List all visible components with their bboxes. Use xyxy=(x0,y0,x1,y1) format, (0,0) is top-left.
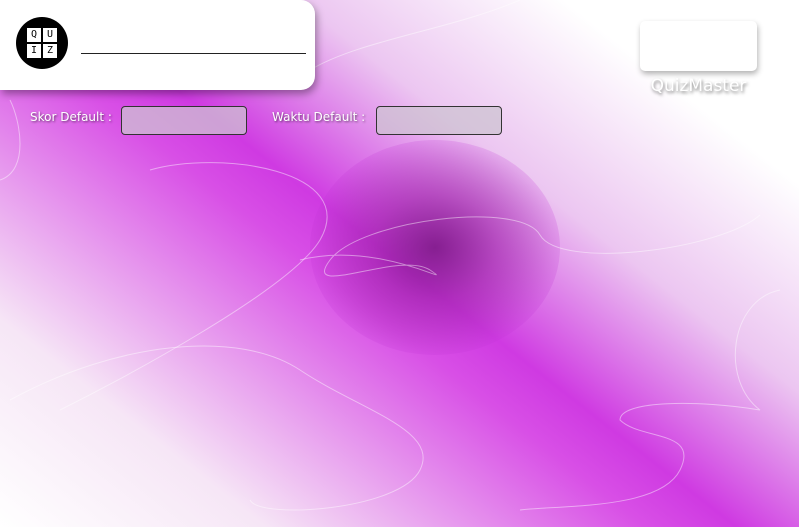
brand-name: QuizMaster xyxy=(650,76,747,96)
logo-letter-z: Z xyxy=(43,44,57,58)
logo-letter-i: I xyxy=(27,44,41,58)
header-card: Q U I Z xyxy=(0,0,315,90)
brand-button[interactable] xyxy=(640,21,757,71)
default-score-label: Skor Default : xyxy=(30,110,112,124)
default-score-input[interactable] xyxy=(121,106,247,135)
quiz-title-field[interactable] xyxy=(81,53,306,54)
quiz-logo-icon: Q U I Z xyxy=(16,17,68,69)
logo-letter-q: Q xyxy=(27,28,41,42)
logo-letter-u: U xyxy=(43,28,57,42)
default-time-label: Waktu Default : xyxy=(272,110,366,124)
default-time-input[interactable] xyxy=(376,106,502,135)
